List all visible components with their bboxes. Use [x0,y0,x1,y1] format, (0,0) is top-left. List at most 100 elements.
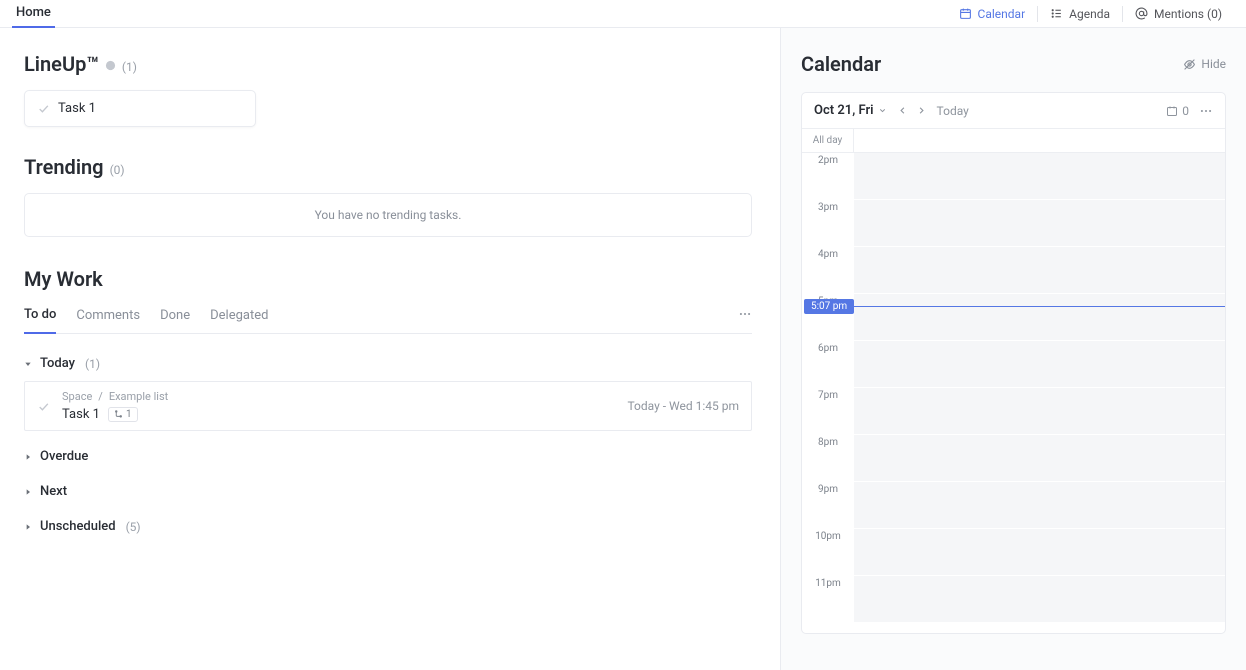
hour-label: 2pm [802,153,854,200]
now-time-pill: 5:07 pm [804,299,854,314]
trending-title: Trending [24,155,104,179]
event-count: 0 [1182,104,1189,118]
more-icon[interactable] [1199,104,1213,118]
hour-label: 3pm [802,200,854,247]
left-column: LineUp™ (1) Task 1 Trending (0) You have… [0,28,780,670]
hour-cell[interactable] [854,341,1225,388]
task-name-row: Task 1 1 [62,407,615,422]
now-line [854,306,1225,308]
tab-home[interactable]: Home [12,0,55,28]
tab-todo[interactable]: To do [24,297,56,334]
calendar-date-label: Oct 21, Fri [814,103,874,118]
lineup-task-card[interactable]: Task 1 [24,90,256,127]
tab-delegated-label: Delegated [210,308,268,323]
today-button[interactable]: Today [937,104,969,118]
group-today-label: Today [40,356,75,371]
topbar-agenda-label: Agenda [1069,7,1110,21]
main-layout: LineUp™ (1) Task 1 Trending (0) You have… [0,28,1246,670]
calendar-box: Oct 21, Fri Today [801,92,1226,634]
right-column: Calendar Hide Oct 21, Fri [780,28,1246,670]
now-indicator: 5:07 pm [802,299,1225,314]
task-meta: Space / Example list Task 1 1 [62,390,615,422]
task-row[interactable]: Space / Example list Task 1 1 Today - We… [24,381,752,431]
mywork-tabs: To do Comments Done Delegated [24,297,752,334]
topbar: Home Calendar Agenda Mentions (0) [0,0,1246,28]
calendar-date-picker[interactable]: Oct 21, Fri [814,103,887,118]
calendar-toolbar-right: 0 [1166,104,1213,118]
topbar-calendar-label: Calendar [978,7,1026,21]
hour-label: 11pm [802,576,854,623]
calendar-toolbar: Oct 21, Fri Today [802,93,1225,129]
lineup-count: (1) [122,60,137,74]
task-breadcrumb: Space / Example list [62,390,615,403]
hide-button[interactable]: Hide [1183,57,1226,71]
hour-cell[interactable] [854,529,1225,576]
tab-comments-label: Comments [76,308,140,323]
eye-off-icon [1183,58,1196,71]
trending-header: Trending (0) [24,155,752,179]
group-overdue-label: Overdue [40,449,88,464]
more-icon[interactable] [738,307,752,321]
lineup-header: LineUp™ (1) [24,52,752,76]
tab-todo-label: To do [24,307,56,322]
chevron-right-icon [24,523,32,531]
group-next[interactable]: Next [24,474,752,509]
task-due: Today - Wed 1:45 pm [627,399,739,413]
allday-cell[interactable] [854,129,1225,152]
tab-comments[interactable]: Comments [76,298,140,333]
hour-label: 6pm [802,341,854,388]
group-unscheduled[interactable]: Unscheduled (5) [24,509,752,544]
calendar-nav [897,105,927,116]
trending-empty-state: You have no trending tasks. [24,193,752,237]
mywork-title: My Work [24,267,103,291]
hour-cell[interactable] [854,576,1225,623]
check-icon[interactable] [37,102,50,115]
breadcrumb-list[interactable]: Example list [109,390,168,403]
hour-cell[interactable] [854,153,1225,200]
prev-day-button[interactable] [897,105,908,116]
allday-row: All day [802,129,1225,153]
list-icon [1050,7,1063,20]
topbar-mentions-button[interactable]: Mentions (0) [1123,4,1234,24]
breadcrumb-sep: / [98,390,103,403]
chevron-right-icon [24,488,32,496]
allday-label: All day [802,129,854,152]
info-icon[interactable] [105,60,116,71]
topbar-agenda-button[interactable]: Agenda [1038,4,1122,24]
at-icon [1135,7,1148,20]
group-unscheduled-count: (5) [126,520,141,534]
hour-cell[interactable] [854,435,1225,482]
subtask-count: 1 [126,409,132,420]
topbar-left: Home [12,0,947,28]
topbar-mentions-label: Mentions (0) [1154,7,1222,21]
calendar-title: Calendar [801,52,881,76]
topbar-right: Calendar Agenda Mentions (0) [947,4,1234,24]
calendar-icon [959,7,972,20]
topbar-calendar-button[interactable]: Calendar [947,4,1038,24]
time-grid[interactable]: 2pm 3pm 4pm 5pm 6pm 7pm 8pm 9pm 10pm 11p… [802,153,1225,633]
hour-label: 9pm [802,482,854,529]
group-overdue[interactable]: Overdue [24,439,752,474]
tab-delegated[interactable]: Delegated [210,298,268,333]
hour-label: 4pm [802,247,854,294]
tab-home-label: Home [16,5,51,20]
breadcrumb-space[interactable]: Space [62,390,92,403]
group-unscheduled-label: Unscheduled [40,519,116,534]
lineup-task-name: Task 1 [58,101,96,116]
hour-cell[interactable] [854,200,1225,247]
chevron-right-icon [24,453,32,461]
subtask-chip[interactable]: 1 [108,407,138,422]
next-day-button[interactable] [916,105,927,116]
subtask-icon [114,410,123,419]
hour-cell[interactable] [854,247,1225,294]
hour-cell[interactable] [854,482,1225,529]
group-today[interactable]: Today (1) [24,346,752,381]
lineup-title: LineUp™ [24,52,99,76]
calendar-header: Calendar Hide [801,52,1226,76]
group-today-count: (1) [85,357,100,371]
chevron-down-icon [878,106,887,115]
check-icon[interactable] [37,400,50,413]
calendar-small-icon[interactable]: 0 [1166,104,1189,118]
hour-cell[interactable] [854,388,1225,435]
tab-done[interactable]: Done [160,298,190,333]
